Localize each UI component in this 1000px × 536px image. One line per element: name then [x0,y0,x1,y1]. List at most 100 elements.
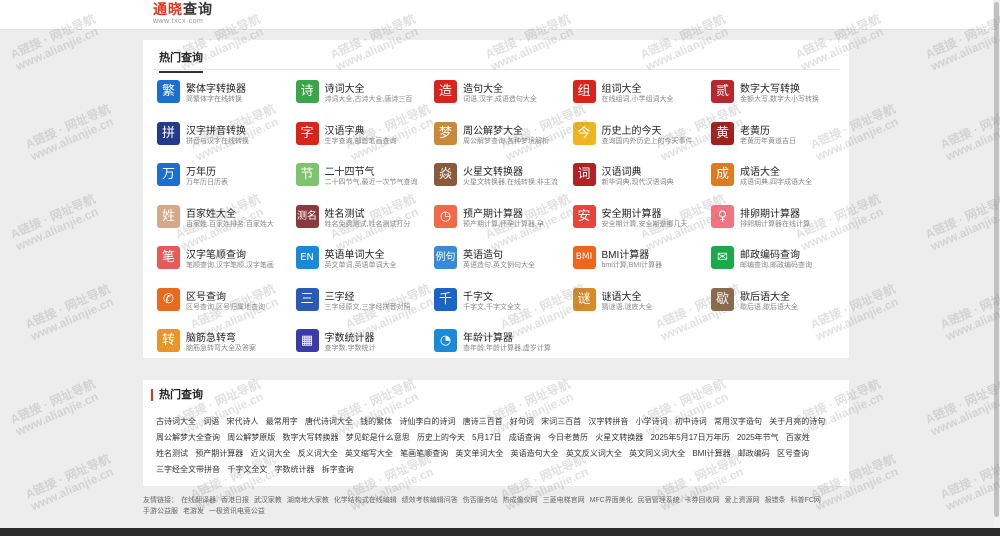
friend-link[interactable]: 爱上资源网 [725,497,760,504]
tool-name[interactable]: 诗词大全 [325,80,365,95]
hot-query-link[interactable]: 初中诗词 [675,417,707,426]
tool-name[interactable]: 汉语字典 [325,122,365,137]
hot-query-link[interactable]: 唐代诗词大全 [305,417,353,426]
hot-query-link[interactable]: 英语造句大全 [511,449,559,458]
hot-query-link[interactable]: 三字经全文带拼音 [156,465,220,474]
tool-item[interactable]: 姓百家姓大全 百家姓,百家姓排名,百家姓大 [157,203,291,233]
tool-name[interactable]: 成语大全 [740,163,780,178]
tool-item[interactable]: 拼汉字拼音转换 拼音与汉字在线转换 [157,120,291,150]
tool-name[interactable]: 火星文转换器 [463,163,523,178]
tool-item[interactable]: 笔汉字笔顺查询 笔顺查询,汉字笔顺,汉字笔画 [157,244,291,274]
hot-query-link[interactable]: 常用汉字造句 [714,417,762,426]
friend-link[interactable]: 报错条 [765,497,786,504]
tool-name[interactable]: 预产期计算器 [463,205,523,220]
friend-link[interactable]: 三菱电梯官网 [543,497,585,504]
tool-item[interactable]: 谜谜语大全 猜谜语,谜底大全 [572,286,707,316]
tool-item[interactable]: 节二十四节气 二十四节气,最近一次节气查询 [295,161,430,191]
tool-item[interactable]: 万万年历 万年历日历表 [157,161,291,191]
tool-item[interactable]: 三三字经 三字经原文,三字经拼音对照 [295,286,430,316]
site-logo[interactable]: 通晓查询 www.txcx.com [153,2,213,25]
hot-query-link[interactable]: 2025年节气 [737,433,779,442]
tool-item[interactable]: ◷ 预产期计算器 预产期计算,怀孕计算器,孕 [434,203,568,233]
hot-query-link[interactable]: 关于月亮的诗句 [769,417,825,426]
tool-item[interactable]: 歇歇后语大全 歇后语,歇后语大全 [711,286,845,316]
hot-query-link[interactable]: 近义词大全 [250,449,290,458]
hot-query-link[interactable]: 诗仙李白的诗词 [399,417,455,426]
hot-query-link[interactable]: 邮政编码 [738,449,770,458]
tool-name[interactable]: 歇后语大全 [740,288,790,303]
vertical-scrollbar-thumb[interactable] [994,2,999,517]
hot-query-link[interactable]: 最常用字 [266,417,298,426]
tool-name[interactable]: 汉字笔顺查询 [186,246,246,261]
tool-name[interactable]: 三字经 [325,288,355,303]
hot-query-link[interactable]: 拆字查询 [322,465,354,474]
hot-query-link[interactable]: 梦见蛇是什么意思 [346,433,410,442]
tool-name[interactable]: 二十四节气 [325,163,375,178]
hot-query-link[interactable]: 历史上的今天 [417,433,465,442]
tool-name[interactable]: 年龄计算器 [463,329,513,344]
tool-item[interactable]: ✆ 区号查询 区号查询,区号归属地查询 [157,286,291,316]
hot-query-link[interactable]: 唐诗三百首 [463,417,503,426]
hot-query-link[interactable]: 宋代诗人 [226,417,258,426]
tool-item[interactable]: ♀ 排卵期计算器 排卵期计算器在线计算 [711,203,845,233]
friend-link[interactable]: 热成像仪网 [503,497,538,504]
tool-name[interactable]: 安全期计算器 [602,205,662,220]
tool-item[interactable]: 今历史上的今天 查询国内外历史上的今天事件 [572,120,707,150]
friend-link[interactable]: 化学结构式在线编辑 [334,497,397,504]
tool-item[interactable]: 黄老黄历 老黄历年黄道吉日 [711,120,845,150]
hot-query-link[interactable]: 周公解梦大全查询 [156,433,220,442]
tool-name[interactable]: 组词大全 [602,80,642,95]
friend-link[interactable]: MFC界面美化 [590,497,633,504]
tool-item[interactable]: 繁繁体字转换器 简繁体字在线转换 [157,78,291,108]
hot-query-link[interactable]: 钱的繁体 [360,417,392,426]
hot-query-link[interactable]: 好句词 [510,417,534,426]
tool-name[interactable]: 汉语词典 [602,163,642,178]
friend-link[interactable]: 手游公益服 [143,508,178,515]
tool-name[interactable]: 邮政编码查询 [740,246,800,261]
tool-item[interactable]: 成成语大全 成语词典,四字成语大全 [711,161,845,191]
hot-query-link[interactable]: 笔画笔顺查询 [400,449,448,458]
hot-query-link[interactable]: 英文反义词大全 [566,449,622,458]
tool-name[interactable]: 谜语大全 [602,288,642,303]
tool-item[interactable]: 焱火星文转换器 火星文转换器,在线转换,非主流 [434,161,568,191]
tool-item[interactable]: 安安全期计算器 安全期计算,安全期是哪几天 [572,203,707,233]
tool-item[interactable]: 梦周公解梦大全 周公解梦查询,各种梦境解析 [434,120,568,150]
friend-link[interactable]: 武汉家教 [254,497,282,504]
hot-query-link[interactable]: BMI计算器 [692,449,730,458]
friend-link[interactable]: 卡券回收网 [685,497,720,504]
tool-item[interactable]: EN 英语单词大全 英文单词,英语单词大全 [295,244,430,274]
tool-name[interactable]: 排卵期计算器 [740,205,800,220]
tool-item[interactable]: 千千字文 千字文,千字文全文 [434,286,568,316]
tool-item[interactable]: 诗诗词大全 诗词大全,古诗大全,唐诗三百 [295,78,430,108]
tool-name[interactable]: 汉字拼音转换 [186,122,246,137]
hot-query-link[interactable]: 2025年5月17日万年历 [650,433,729,442]
hot-query-link[interactable]: 汉字转拼音 [588,417,628,426]
tool-item[interactable]: 造造句大全 词语,汉字,成语造句大全 [434,78,568,108]
tool-name[interactable]: 造句大全 [463,80,503,95]
tool-item[interactable]: ▦ 字数统计器 查字数,字数统计 [295,327,430,357]
hot-query-link[interactable]: 千字文全文 [227,465,267,474]
friend-link[interactable]: 香港日报 [221,497,249,504]
friend-link[interactable]: 在线翻译器 [181,497,216,504]
hot-query-link[interactable]: 英文单词大全 [455,449,503,458]
hot-query-link[interactable]: 古诗词大全 [156,417,196,426]
friend-link[interactable]: 绩效考核编辑问答 [402,497,458,504]
hot-query-link[interactable]: 火星文转换器 [595,433,643,442]
friend-link[interactable]: 一极资讯电竞公益 [209,508,265,515]
hot-query-link[interactable]: 区号查询 [777,449,809,458]
tool-item[interactable]: ◔ 年龄计算器 查年龄,年龄计算器,虚岁计算 [434,327,568,357]
tool-name[interactable]: 脑筋急转弯 [186,329,236,344]
hot-query-link[interactable]: 词语 [203,417,219,426]
hot-query-link[interactable]: 小学诗词 [636,417,668,426]
friend-link[interactable]: 科普FC网 [791,497,821,504]
tool-name[interactable]: 百家姓大全 [186,205,236,220]
tool-item[interactable]: 转脑筋急转弯 脑筋急转弯大全及答案 [157,327,291,357]
tool-item[interactable]: BMI BMI计算器 bmi计算,BMI计算器 [572,244,707,274]
friend-link[interactable]: 民宿管理系统 [638,497,680,504]
hot-query-link[interactable]: 英文缩写大全 [345,449,393,458]
tool-item[interactable]: 贰数字大写转换 金额大写,数字大小写转换 [711,78,845,108]
tool-item[interactable]: 例句 英语造句 英语造句,英文例句大全 [434,244,568,274]
tool-name[interactable]: 繁体字转换器 [186,80,246,95]
hot-query-link[interactable]: 字数统计器 [274,465,314,474]
hot-query-link[interactable]: 成语查询 [509,433,541,442]
